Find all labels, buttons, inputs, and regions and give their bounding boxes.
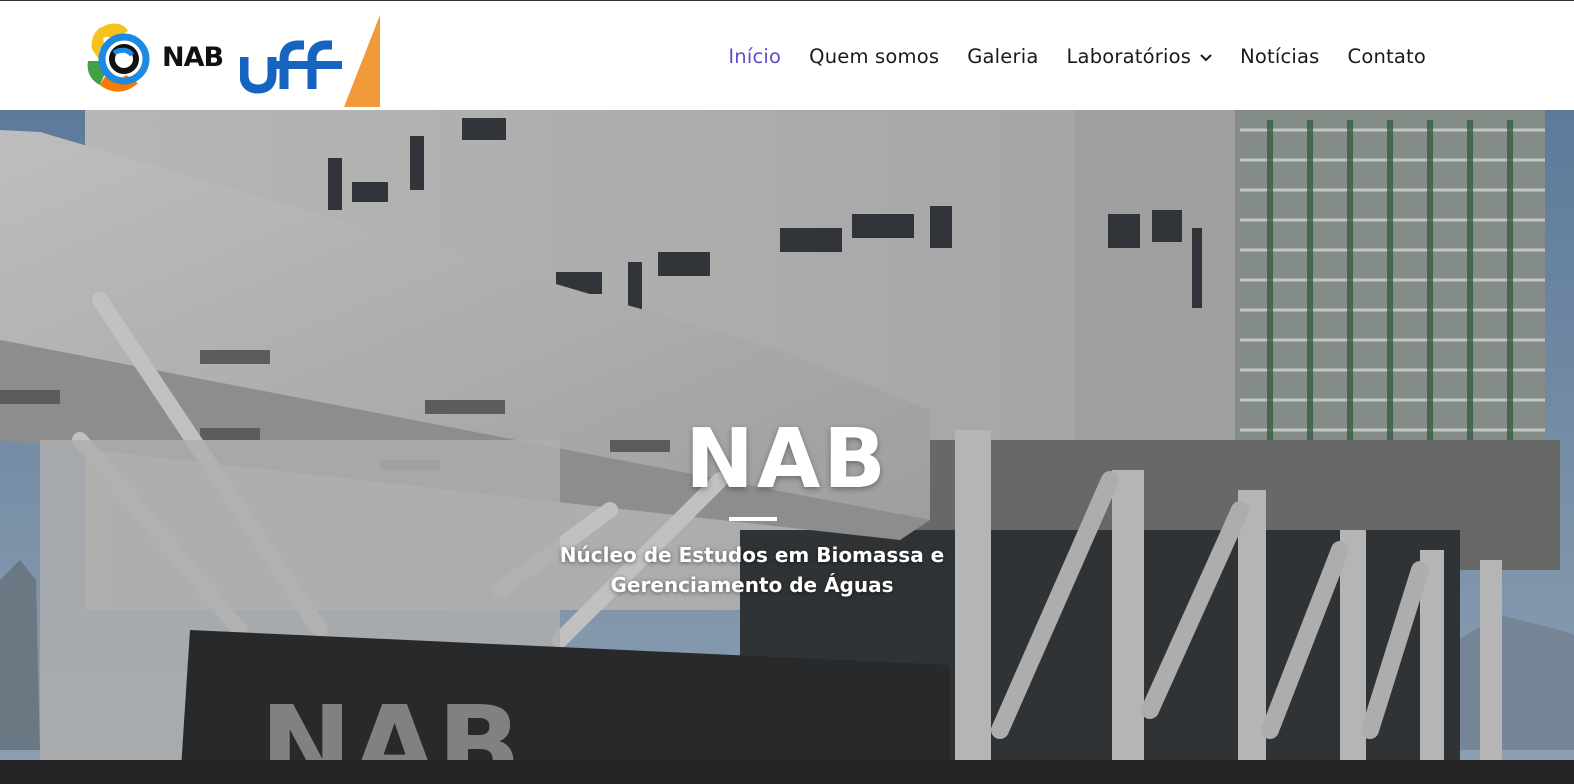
hero-subtitle: Núcleo de Estudos em Biomassa e Gerencia… bbox=[559, 543, 945, 597]
hero-title: NAB bbox=[685, 412, 889, 507]
nav-item-label: Notícias bbox=[1240, 45, 1320, 68]
logo-text: NAB bbox=[162, 42, 224, 73]
nav-item-contato[interactable]: Contato bbox=[1348, 45, 1426, 68]
nav-item-laboratorios[interactable]: Laboratórios bbox=[1066, 45, 1212, 68]
nav-item-label: Laboratórios bbox=[1066, 45, 1192, 68]
hero-divider bbox=[729, 517, 777, 521]
nav-item-noticias[interactable]: Notícias bbox=[1240, 45, 1319, 68]
nav-item-quem-somos[interactable]: Quem somos bbox=[809, 45, 939, 68]
chevron-down-icon bbox=[1200, 53, 1212, 61]
nav-item-inicio[interactable]: Início bbox=[728, 45, 781, 68]
nav-item-label: Contato bbox=[1347, 45, 1426, 68]
nav-item-label: Quem somos bbox=[809, 45, 940, 68]
uff-logo-icon bbox=[240, 15, 380, 107]
main-nav: Início Quem somos Galeria Laboratórios N… bbox=[700, 45, 1426, 68]
nav-item-label: Galeria bbox=[967, 45, 1039, 68]
nab-logo-icon bbox=[87, 23, 150, 92]
site-header: NAB Início Quem somos Galeria Laboratóri… bbox=[0, 0, 1574, 110]
site-logo-link[interactable]: NAB bbox=[84, 15, 384, 109]
hero-section: NAB NAB Núcleo de Estudos em Biomassa e … bbox=[0, 110, 1574, 784]
nav-item-galeria[interactable]: Galeria bbox=[967, 45, 1038, 68]
nav-item-label: Início bbox=[728, 45, 782, 68]
